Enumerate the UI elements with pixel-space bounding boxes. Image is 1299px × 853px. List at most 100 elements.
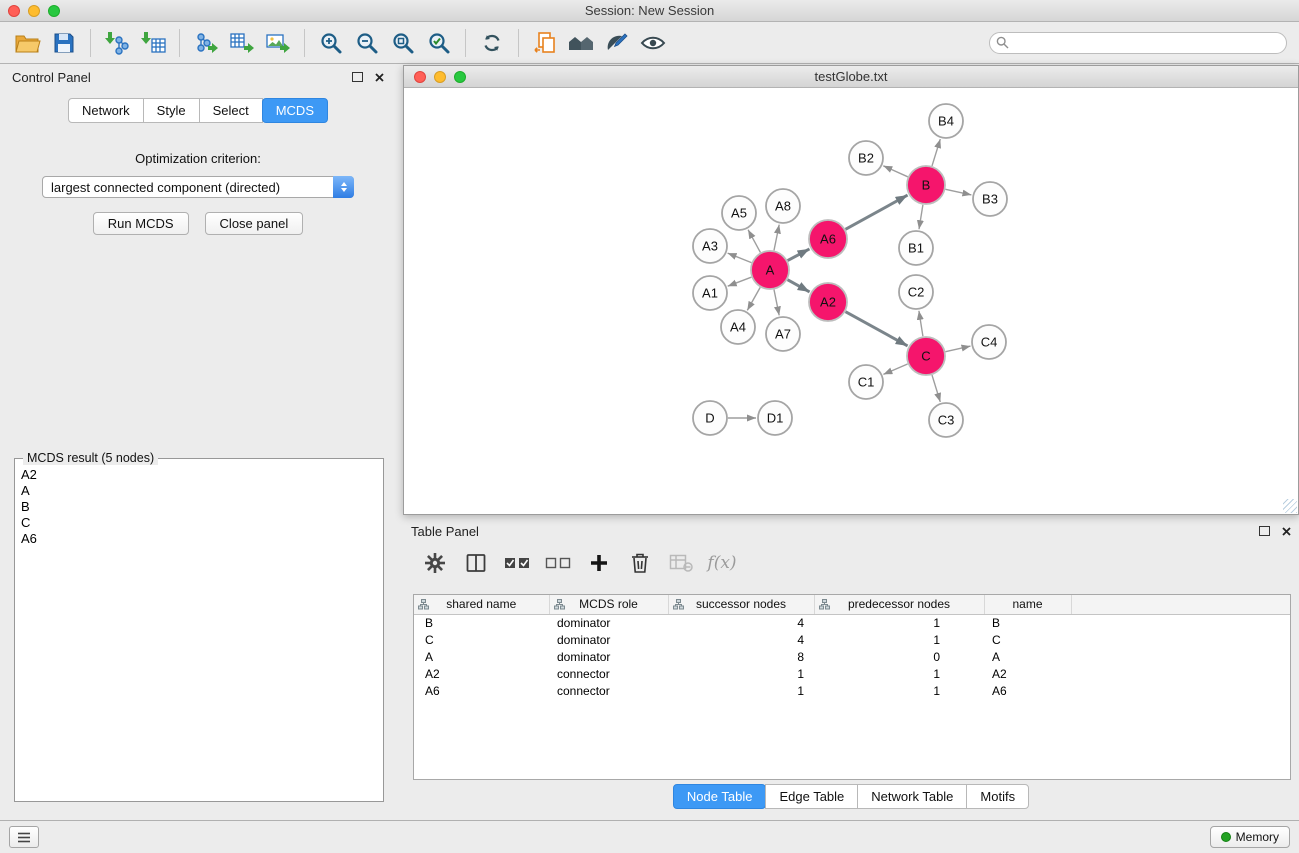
graph-edge-B-B3[interactable]: [946, 189, 972, 195]
graph-edge-C-C2[interactable]: [919, 311, 923, 336]
graph-edge-A-A1[interactable]: [728, 277, 752, 286]
graph-node-A7[interactable]: A7: [766, 317, 800, 351]
cell-successor-nodes[interactable]: 1: [668, 682, 814, 699]
float-table-panel-button[interactable]: [1259, 526, 1270, 536]
cell-shared-name[interactable]: A: [414, 648, 549, 665]
annotation-mode-button[interactable]: [599, 26, 635, 60]
graph-edge-A-A3[interactable]: [728, 253, 752, 263]
zoom-window-button[interactable]: [48, 5, 60, 17]
import-network-file-button[interactable]: [99, 26, 135, 60]
tab-select[interactable]: Select: [199, 98, 263, 123]
graph-node-A5[interactable]: A5: [722, 196, 756, 230]
graph-node-A8[interactable]: A8: [766, 189, 800, 223]
graph-edge-B-B1[interactable]: [919, 205, 923, 229]
tab-motifs[interactable]: Motifs: [966, 784, 1029, 809]
show-columns-button[interactable]: [462, 549, 490, 577]
tab-style[interactable]: Style: [143, 98, 200, 123]
graph-node-D[interactable]: D: [693, 401, 727, 435]
close-panel-button[interactable]: [375, 73, 384, 82]
deselect-all-columns-button[interactable]: [544, 549, 572, 577]
document-copy-button[interactable]: [527, 26, 563, 60]
search-input[interactable]: [989, 32, 1287, 54]
cell-name[interactable]: A: [984, 648, 1071, 665]
zoom-out-button[interactable]: [349, 26, 385, 60]
cell-mcds-role[interactable]: connector: [549, 665, 668, 682]
column-header-shared-name[interactable]: shared name: [414, 595, 549, 614]
graph-edge-B-B4[interactable]: [932, 139, 940, 166]
graph-node-C[interactable]: C: [907, 337, 945, 375]
graph-node-A3[interactable]: A3: [693, 229, 727, 263]
graph-edge-B-B2[interactable]: [883, 166, 908, 177]
network-minimize-button[interactable]: [434, 71, 446, 83]
cell-predecessor-nodes[interactable]: 1: [814, 614, 984, 631]
tab-node-table[interactable]: Node Table: [673, 784, 767, 809]
graph-edge-A-A2[interactable]: [788, 280, 810, 292]
graph-edge-A-A5[interactable]: [748, 230, 760, 253]
graph-node-A6[interactable]: A6: [809, 220, 847, 258]
graph-node-D1[interactable]: D1: [758, 401, 792, 435]
create-column-button[interactable]: [585, 549, 613, 577]
select-all-columns-button[interactable]: [503, 549, 531, 577]
graph-node-B3[interactable]: B3: [973, 182, 1007, 216]
tab-edge-table[interactable]: Edge Table: [765, 784, 858, 809]
cell-predecessor-nodes[interactable]: 0: [814, 648, 984, 665]
graph-node-A1[interactable]: A1: [693, 276, 727, 310]
network-canvas[interactable]: B4B2BB3A5A8A6B1A3AC2A1A2A4A7C4CC1C3DD1: [404, 88, 1298, 514]
close-panel-action-button[interactable]: Close panel: [205, 212, 304, 235]
cell-name[interactable]: C: [984, 631, 1071, 648]
mcds-result-item[interactable]: A6: [21, 531, 377, 547]
cell-mcds-role[interactable]: dominator: [549, 614, 668, 631]
zoom-selected-button[interactable]: [421, 26, 457, 60]
graphics-details-button[interactable]: [635, 26, 671, 60]
graph-node-A2[interactable]: A2: [809, 283, 847, 321]
graph-node-A4[interactable]: A4: [721, 310, 755, 344]
cell-successor-nodes[interactable]: 1: [668, 665, 814, 682]
network-overview-button[interactable]: [563, 26, 599, 60]
graph-node-B1[interactable]: B1: [899, 231, 933, 265]
graph-edge-A-A8[interactable]: [774, 225, 779, 251]
graph-edge-C-C3[interactable]: [932, 375, 940, 402]
network-zoom-button[interactable]: [454, 71, 466, 83]
graph-node-C1[interactable]: C1: [849, 365, 883, 399]
column-header-name[interactable]: name: [984, 595, 1071, 614]
column-header-predecessor-nodes[interactable]: predecessor nodes: [814, 595, 984, 614]
cell-name[interactable]: A6: [984, 682, 1071, 699]
graph-edge-A-A7[interactable]: [774, 290, 779, 316]
graph-edge-A-A4[interactable]: [747, 287, 760, 310]
network-close-button[interactable]: [414, 71, 426, 83]
import-table-file-button[interactable]: [135, 26, 171, 60]
mcds-result-item[interactable]: B: [21, 499, 377, 515]
delete-column-button[interactable]: [626, 549, 654, 577]
function-builder-button[interactable]: f(x): [708, 549, 736, 577]
tab-network[interactable]: Network: [68, 98, 144, 123]
refresh-layout-button[interactable]: [474, 26, 510, 60]
mcds-result-item[interactable]: A2: [21, 467, 377, 483]
window-resize-grip[interactable]: [1283, 499, 1297, 513]
cell-predecessor-nodes[interactable]: 1: [814, 682, 984, 699]
save-session-button[interactable]: [46, 26, 82, 60]
run-mcds-button[interactable]: Run MCDS: [93, 212, 189, 235]
zoom-in-button[interactable]: [313, 26, 349, 60]
cell-shared-name[interactable]: C: [414, 631, 549, 648]
mcds-result-item[interactable]: C: [21, 515, 377, 531]
cell-successor-nodes[interactable]: 4: [668, 614, 814, 631]
export-network-button[interactable]: [188, 26, 224, 60]
graph-node-B[interactable]: B: [907, 166, 945, 204]
graph-node-C3[interactable]: C3: [929, 403, 963, 437]
cell-shared-name[interactable]: B: [414, 614, 549, 631]
close-table-panel-button[interactable]: [1282, 527, 1291, 536]
task-history-button[interactable]: [9, 826, 39, 848]
export-image-button[interactable]: [260, 26, 296, 60]
cell-shared-name[interactable]: A2: [414, 665, 549, 682]
tab-mcds[interactable]: MCDS: [262, 98, 328, 123]
zoom-fit-button[interactable]: [385, 26, 421, 60]
table-settings-button[interactable]: [421, 549, 449, 577]
float-panel-button[interactable]: [352, 72, 363, 82]
graph-node-B4[interactable]: B4: [929, 104, 963, 138]
open-file-button[interactable]: [10, 26, 46, 60]
graph-edge-C-C1[interactable]: [883, 364, 907, 374]
cell-mcds-role[interactable]: dominator: [549, 631, 668, 648]
delete-table-button[interactable]: [667, 549, 695, 577]
minimize-window-button[interactable]: [28, 5, 40, 17]
graph-node-A[interactable]: A: [751, 251, 789, 289]
